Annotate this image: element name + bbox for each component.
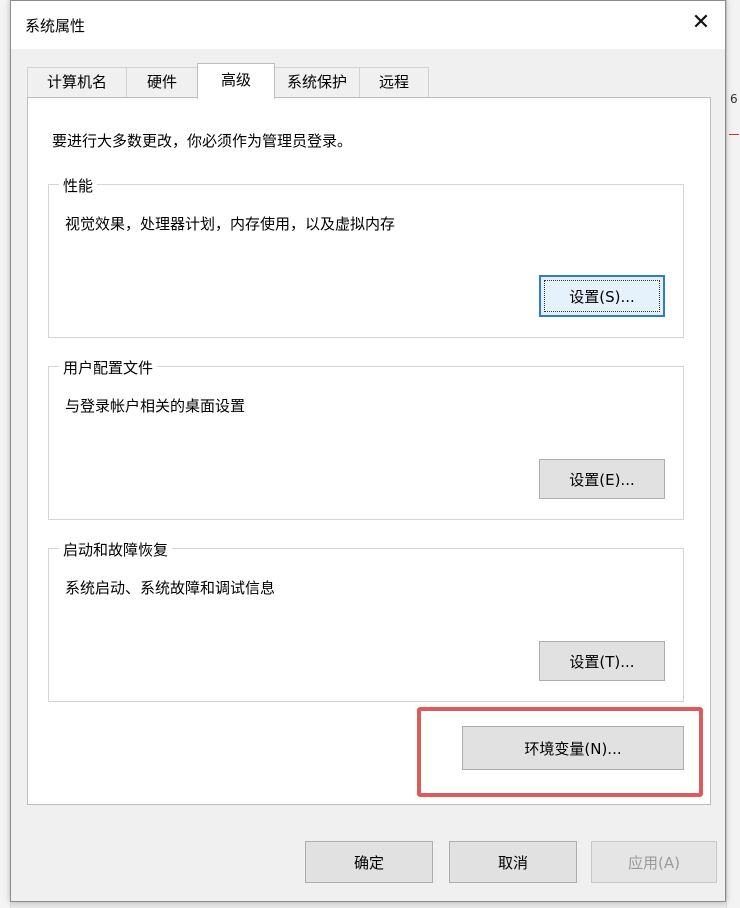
- performance-legend: 性能: [59, 175, 98, 196]
- startup-recovery-settings-button[interactable]: 设置(T)...: [539, 641, 665, 681]
- performance-settings-button[interactable]: 设置(S)...: [539, 275, 665, 317]
- window-title: 系统属性: [25, 17, 86, 35]
- background-squiggle: [729, 128, 739, 135]
- startup-recovery-description: 系统启动、系统故障和调试信息: [65, 579, 276, 597]
- tab-hardware[interactable]: 硬件: [126, 67, 198, 97]
- tab-computer-name[interactable]: 计算机名: [27, 67, 127, 97]
- highlight-annotation: [417, 707, 703, 797]
- performance-description: 视觉效果，处理器计划，内存使用，以及虚拟内存: [65, 215, 396, 233]
- tab-remote[interactable]: 远程: [359, 67, 429, 97]
- ok-button[interactable]: 确定: [305, 841, 433, 883]
- user-profiles-group: 用户配置文件 与登录帐户相关的桌面设置 设置(E)...: [48, 357, 684, 520]
- startup-recovery-legend: 启动和故障恢复: [59, 539, 173, 560]
- admin-notice: 要进行大多数更改，你必须作为管理员登录。: [52, 132, 353, 150]
- user-profiles-settings-button[interactable]: 设置(E)...: [539, 459, 665, 499]
- cancel-button[interactable]: 取消: [449, 841, 577, 883]
- user-profiles-legend: 用户配置文件: [59, 357, 158, 378]
- tab-advanced[interactable]: 高级: [197, 63, 275, 99]
- user-profiles-description: 与登录帐户相关的桌面设置: [65, 397, 246, 415]
- system-properties-dialog: 系统属性 ✕ 计算机名 硬件 高级 系统保护 远程 要进行大多数更改，你必须作为…: [10, 0, 726, 902]
- background-window-right: 6: [726, 0, 740, 908]
- performance-group: 性能 视觉效果，处理器计划，内存使用，以及虚拟内存 设置(S)...: [48, 175, 684, 338]
- background-digit: 6: [730, 92, 738, 106]
- tab-system-protection[interactable]: 系统保护: [274, 67, 360, 97]
- title-bar[interactable]: 系统属性 ✕: [11, 1, 725, 49]
- advanced-tab-panel: 要进行大多数更改，你必须作为管理员登录。 性能 视觉效果，处理器计划，内存使用，…: [27, 97, 711, 805]
- apply-button[interactable]: 应用(A): [591, 841, 717, 883]
- close-icon[interactable]: ✕: [681, 3, 721, 43]
- startup-recovery-group: 启动和故障恢复 系统启动、系统故障和调试信息 设置(T)...: [48, 539, 684, 702]
